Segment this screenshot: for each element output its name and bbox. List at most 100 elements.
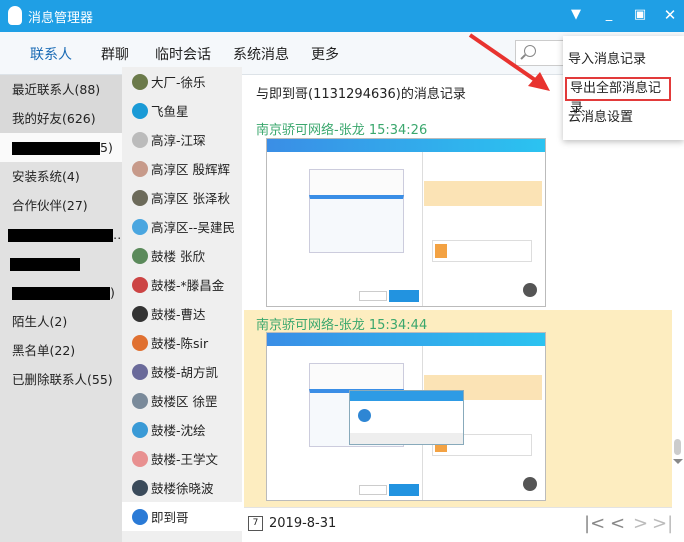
contact-item[interactable]: 大厂-徐乐 — [122, 67, 242, 96]
contact-item[interactable]: 鼓楼-王学文 — [122, 444, 242, 473]
tab-system-messages[interactable]: 系统消息 — [233, 44, 289, 64]
contact-name: 鼓楼-胡方凯 — [151, 365, 219, 380]
group-recent[interactable]: 最近联系人(88) — [0, 75, 122, 104]
next-page-icon[interactable]: > — [633, 513, 648, 534]
avatar — [132, 392, 148, 409]
contact-item[interactable]: 鼓楼-胡方凯 — [122, 357, 242, 386]
group-redacted[interactable] — [0, 249, 122, 278]
contact-item[interactable]: 鼓楼-沈绘 — [122, 415, 242, 444]
menu-import-records[interactable]: 导入消息记录 — [565, 48, 671, 72]
avatar — [132, 247, 148, 264]
menu-export-all-records[interactable]: 导出全部消息记录 — [565, 77, 671, 116]
avatar — [132, 334, 148, 351]
avatar — [132, 363, 148, 380]
group-label: ) — [110, 285, 115, 300]
contact-name: 高淳区 殷辉辉 — [151, 162, 230, 177]
prev-page-icon[interactable]: < — [610, 513, 625, 534]
group-redacted[interactable]: … — [0, 220, 122, 249]
dialog-preview — [349, 390, 464, 445]
message-sender: 南京骄可网络-张龙 15:34:44 — [256, 318, 428, 333]
contact-name: 鼓楼区 徐罡 — [151, 394, 218, 409]
maximize-button[interactable]: ▣ — [632, 7, 648, 23]
avatar — [132, 131, 148, 148]
contact-name: 高淳区--吴建民 — [151, 220, 236, 235]
contact-item[interactable]: 飞鱼星 — [122, 96, 242, 125]
group-install-system[interactable]: 安装系统(4) — [0, 162, 122, 191]
group-redacted-selected[interactable]: 5) — [0, 133, 122, 162]
group-list: 最近联系人(88) 我的好友(626) 5) 安装系统(4) 合作伙伴(27) … — [0, 75, 122, 542]
info-icon — [358, 409, 371, 422]
avatar — [132, 218, 148, 235]
close-button[interactable]: ✕ — [662, 7, 678, 23]
last-page-icon[interactable]: >| — [652, 513, 673, 534]
contact-item[interactable]: 高淳区 殷辉辉 — [122, 154, 242, 183]
group-partners[interactable]: 合作伙伴(27) — [0, 191, 122, 220]
contact-name: 飞鱼星 — [151, 104, 189, 119]
minimize-button[interactable]: _ — [601, 7, 617, 23]
group-blacklist[interactable]: 黑名单(22) — [0, 336, 122, 365]
contact-name: 高淳-江琛 — [151, 133, 206, 148]
tab-contacts[interactable]: 联系人 — [30, 44, 72, 64]
contact-name: 鼓楼徐晓波 — [151, 481, 214, 496]
qq-logo-icon — [8, 6, 22, 25]
redaction — [12, 287, 110, 300]
contact-list: 大厂-徐乐飞鱼星高淳-江琛高淳区 殷辉辉 高淳区 张泽秋 高淳区--吴建民 鼓楼 张欣… — [122, 67, 242, 542]
message-item: 南京骄可网络-张龙 15:34:26 — [244, 115, 672, 310]
zoom-in-icon[interactable] — [523, 477, 537, 491]
tab-groups[interactable]: 群聊 — [101, 44, 129, 64]
zoom-in-icon[interactable] — [523, 283, 537, 297]
contact-item[interactable]: 鼓楼-陈sir — [122, 328, 242, 357]
group-label: … — [113, 227, 122, 242]
avatar — [132, 508, 148, 525]
first-page-icon[interactable]: |< — [584, 513, 605, 534]
contact-item[interactable]: 即到哥 — [122, 502, 242, 531]
redaction — [10, 258, 80, 271]
window-title: 消息管理器 — [28, 11, 94, 26]
more-menu: 导入消息记录 导出全部消息记录 云消息设置 — [563, 36, 684, 140]
contact-name: 鼓楼 张欣 — [151, 249, 205, 264]
avatar — [132, 479, 148, 496]
message-item-highlighted: 南京骄可网络-张龙 15:34:44 — [244, 310, 672, 507]
message-image[interactable] — [266, 138, 546, 307]
avatar — [132, 450, 148, 467]
calendar-icon[interactable]: 7 — [248, 516, 263, 531]
scroll-down-icon[interactable] — [673, 459, 683, 464]
group-strangers[interactable]: 陌生人(2) — [0, 307, 122, 336]
avatar — [132, 189, 148, 206]
group-redacted[interactable]: ) — [0, 278, 122, 307]
current-date: 2019-8-31 — [269, 516, 337, 531]
contact-item[interactable]: 鼓楼 张欣 — [122, 241, 242, 270]
tab-temp-chat[interactable]: 临时会话 — [155, 44, 211, 64]
avatar — [132, 73, 148, 90]
contact-name: 大厂-徐乐 — [151, 75, 206, 90]
avatar — [132, 276, 148, 293]
group-deleted[interactable]: 已删除联系人(55) — [0, 365, 122, 394]
contact-name: 高淳区 张泽秋 — [151, 191, 230, 206]
contact-item[interactable]: 高淳区--吴建民 — [122, 212, 242, 241]
contact-item[interactable]: 鼓楼-*滕昌金 — [122, 270, 242, 299]
avatar — [132, 102, 148, 119]
tab-more[interactable]: 更多 — [311, 44, 339, 64]
avatar — [132, 160, 148, 177]
group-label: 5) — [100, 140, 113, 155]
contact-name: 鼓楼-陈sir — [151, 336, 209, 351]
contact-name: 鼓楼-王学文 — [151, 452, 219, 467]
contact-name: 即到哥 — [151, 510, 189, 525]
contact-item[interactable]: 高淳区 张泽秋 — [122, 183, 242, 212]
contact-item[interactable]: 鼓楼-曹达 — [122, 299, 242, 328]
avatar — [132, 305, 148, 322]
menu-cloud-settings[interactable]: 云消息设置 — [565, 106, 671, 130]
contact-item[interactable]: 高淳-江琛 — [122, 125, 242, 154]
message-sender: 南京骄可网络-张龙 15:34:26 — [256, 123, 428, 138]
dropdown-icon[interactable]: ▼ — [568, 7, 584, 23]
group-friends[interactable]: 我的好友(626) — [0, 104, 122, 133]
message-image[interactable] — [266, 332, 546, 501]
scroll-thumb[interactable] — [674, 439, 681, 455]
contact-name: 鼓楼-沈绘 — [151, 423, 206, 438]
message-panel: 与即到哥(1131294636)的消息记录 南京骄可网络-张龙 15:34:26… — [244, 75, 684, 542]
search-icon — [524, 45, 536, 57]
contact-item[interactable]: 鼓楼区 徐罡 — [122, 386, 242, 415]
contact-name: 鼓楼-曹达 — [151, 307, 206, 322]
contact-item[interactable]: 鼓楼徐晓波 — [122, 473, 242, 502]
contact-name: 鼓楼-*滕昌金 — [151, 278, 225, 293]
